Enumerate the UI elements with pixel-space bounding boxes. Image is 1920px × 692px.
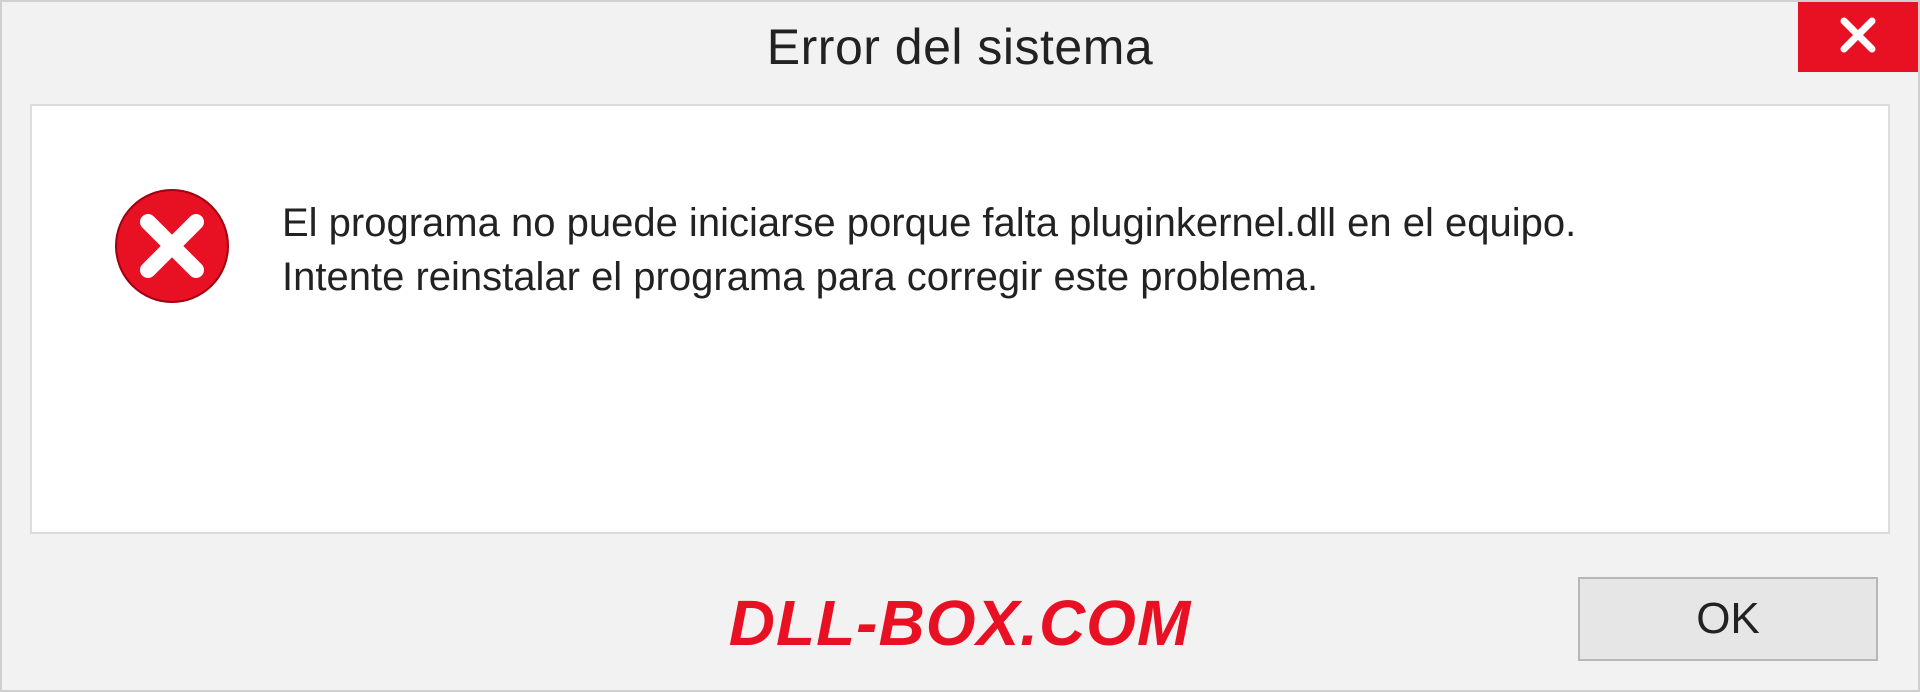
- close-button[interactable]: [1798, 2, 1918, 72]
- message-line-2: Intente reinstalar el programa para corr…: [282, 250, 1576, 304]
- close-icon: [1838, 15, 1878, 60]
- dialog-body: El programa no puede iniciarse porque fa…: [30, 104, 1890, 534]
- error-icon: [112, 186, 232, 306]
- titlebar: Error del sistema: [2, 2, 1918, 92]
- dialog-message: El programa no puede iniciarse porque fa…: [282, 196, 1576, 304]
- message-line-1: El programa no puede iniciarse porque fa…: [282, 196, 1576, 250]
- ok-button-label: OK: [1696, 594, 1760, 644]
- dialog-footer: DLL-BOX.COM OK: [2, 534, 1918, 684]
- dialog-title: Error del sistema: [767, 18, 1153, 76]
- error-dialog: Error del sistema El programa no puede i…: [0, 0, 1920, 692]
- watermark-text: DLL-BOX.COM: [729, 586, 1192, 660]
- ok-button[interactable]: OK: [1578, 577, 1878, 661]
